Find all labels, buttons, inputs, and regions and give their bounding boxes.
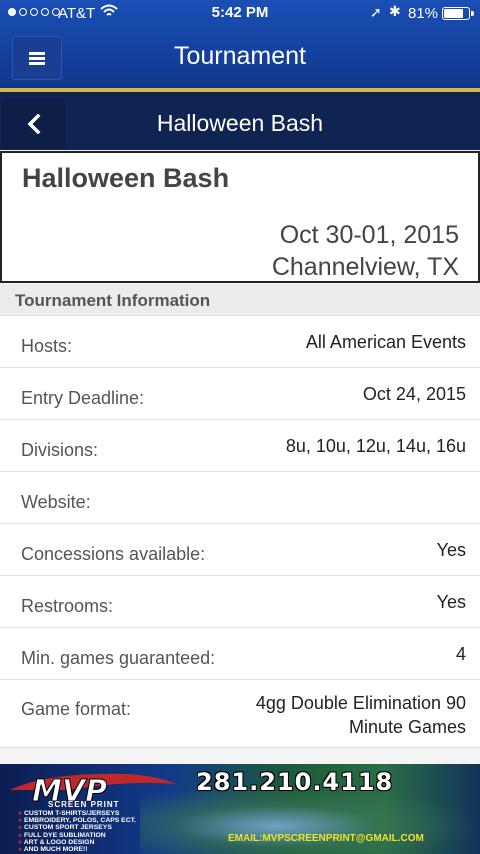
ad-banner[interactable]: MVP SCREEN PRINT 281.210.4118 CUSTOM T-S…: [0, 764, 480, 854]
info-label: Hosts:: [21, 336, 73, 356]
tournament-name: Halloween Bash: [22, 163, 230, 193]
info-row-restrooms: Restrooms: Yes: [0, 576, 480, 628]
info-row-game-format: Game format: 4gg Double Elimination 90 M…: [0, 680, 480, 748]
info-row-website: Website:: [0, 472, 480, 524]
section-title: Tournament Information: [15, 291, 211, 310]
info-row-concessions: Concessions available: Yes: [0, 524, 480, 576]
info-value: 4gg Double Elimination 90 Minute Games: [255, 693, 466, 737]
info-label: Website:: [21, 492, 91, 512]
ad-phone: 281.210.4118: [196, 768, 394, 796]
info-label: Entry Deadline:: [21, 388, 145, 408]
ad-service-item: EMBROIDERY, POLOS, CAPS ECT.: [18, 817, 136, 824]
info-label: Restrooms:: [21, 596, 114, 616]
tournament-header-card: Halloween Bash Oct 30-01, 2015 Channelvi…: [0, 151, 480, 283]
sub-header-title: Halloween Bash: [156, 110, 324, 136]
info-row-divisions: Divisions: 8u, 10u, 12u, 14u, 16u: [0, 420, 480, 472]
battery-percent: 81%: [408, 5, 439, 22]
info-row-hosts: Hosts: All American Events: [0, 316, 480, 368]
ad-service-item: AND MUCH MORE!!: [18, 846, 136, 853]
tournament-location: Channelview, TX: [271, 253, 459, 281]
info-label: Divisions:: [21, 440, 99, 460]
info-value: 8u, 10u, 12u, 14u, 16u: [285, 436, 466, 456]
info-value: Oct 24, 2015: [362, 384, 466, 404]
tournament-date: Oct 30-01, 2015: [279, 221, 459, 249]
ad-service-item: CUSTOM T-SHIRTS/JERSEYS: [18, 810, 136, 817]
battery-icon: [442, 7, 474, 20]
ad-service-item: ART & LOGO DESIGN: [18, 839, 136, 846]
ad-service-item: CUSTOM SPORT JERSEYS: [18, 824, 136, 831]
info-value: Yes: [436, 592, 466, 612]
ad-services-list: CUSTOM T-SHIRTS/JERSEYS EMBROIDERY, POLO…: [18, 810, 136, 853]
app-title: Tournament: [173, 42, 307, 70]
info-list: Hosts: All American Events Entry Deadlin…: [0, 316, 480, 748]
info-label: Game format:: [21, 699, 132, 719]
ad-subtitle: SCREEN PRINT: [48, 800, 120, 809]
ad-email: EMAIL:MVPSCREENPRINT@GMAIL.COM: [228, 833, 424, 844]
info-value: 4: [455, 644, 466, 664]
info-label: Concessions available:: [21, 544, 206, 564]
spacer: [0, 752, 480, 764]
info-value: All American Events: [305, 332, 466, 352]
location-arrow-icon: ➚: [370, 4, 382, 20]
bluetooth-icon: ✱: [389, 3, 401, 19]
top-bar: AT&T 5:42 PM ➚ ✱ 81% Tournament: [0, 0, 480, 88]
info-row-min-games: Min. games guaranteed: 4: [0, 628, 480, 680]
status-bar: AT&T 5:42 PM ➚ ✱ 81%: [0, 0, 480, 28]
info-row-entry-deadline: Entry Deadline: Oct 24, 2015: [0, 368, 480, 420]
info-label: Min. games guaranteed:: [21, 648, 216, 668]
info-value: Yes: [436, 540, 466, 560]
section-header: Tournament Information: [0, 284, 480, 316]
ad-service-item: FULL DYE SUBLIMATION: [18, 832, 136, 839]
